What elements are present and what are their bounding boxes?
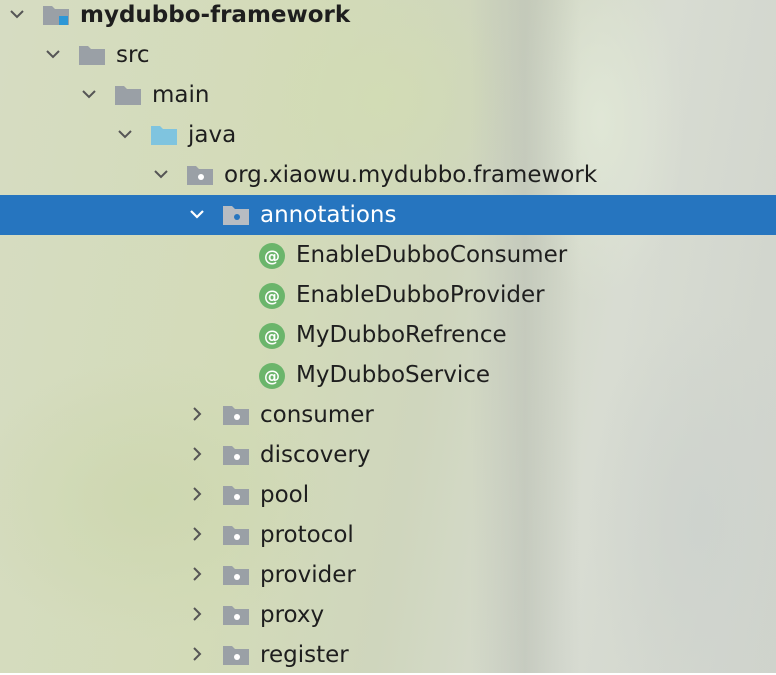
tree-label: provider [260,562,356,588]
package-icon [222,403,252,427]
package-icon [222,483,252,507]
tree-label: consumer [260,402,374,428]
tree-row-annotations[interactable]: annotations [0,195,776,235]
tree-row-main[interactable]: main [0,75,776,115]
tree-label: MyDubboService [296,362,491,388]
tree-row-src[interactable]: src [0,35,776,75]
svg-text:@: @ [264,287,280,306]
tree-label: register [260,642,349,668]
chevron-right-icon[interactable] [186,643,208,665]
chevron-right-icon[interactable] [186,563,208,585]
tree-row-annotation[interactable]: @ EnableDubboProvider [0,275,776,315]
tree-label: discovery [260,442,371,468]
folder-icon [114,83,144,107]
svg-text:@: @ [264,327,280,346]
chevron-down-icon[interactable] [150,163,172,185]
chevron-down-icon[interactable] [6,3,28,25]
chevron-right-icon[interactable] [186,603,208,625]
tree-row-consumer[interactable]: consumer [0,395,776,435]
tree-label: annotations [260,202,397,228]
folder-icon [78,43,108,67]
module-folder-icon [42,3,72,27]
tree-row-annotation[interactable]: @ MyDubboRefrence [0,315,776,355]
chevron-right-icon[interactable] [186,443,208,465]
svg-text:@: @ [264,367,280,386]
annotation-icon: @ [258,282,288,309]
tree-label: org.xiaowu.mydubbo.framework [224,162,598,188]
tree-row-register[interactable]: register [0,635,776,675]
package-icon [222,443,252,467]
package-icon [222,603,252,627]
annotation-icon: @ [258,362,288,389]
tree-row-root[interactable]: mydubbo-framework [0,0,776,35]
chevron-down-icon[interactable] [186,203,208,225]
chevron-right-icon[interactable] [186,523,208,545]
tree-label: mydubbo-framework [80,2,351,28]
tree-row-provider[interactable]: provider [0,555,776,595]
tree-row-proxy[interactable]: proxy [0,595,776,635]
svg-text:@: @ [264,247,280,266]
chevron-down-icon[interactable] [42,43,64,65]
package-icon [186,163,216,187]
annotation-icon: @ [258,322,288,349]
tree-row-package[interactable]: org.xiaowu.mydubbo.framework [0,155,776,195]
tree-row-protocol[interactable]: protocol [0,515,776,555]
package-icon [222,203,252,227]
tree-label: main [152,82,210,108]
source-root-folder-icon [150,123,180,147]
package-icon [222,643,252,667]
tree-row-discovery[interactable]: discovery [0,435,776,475]
package-icon [222,563,252,587]
tree-label: java [188,122,237,148]
tree-label: proxy [260,602,325,628]
tree-label: EnableDubboConsumer [296,242,568,268]
annotation-icon: @ [258,242,288,269]
package-icon [222,523,252,547]
tree-row-pool[interactable]: pool [0,475,776,515]
chevron-right-icon[interactable] [186,483,208,505]
chevron-down-icon[interactable] [114,123,136,145]
chevron-right-icon[interactable] [186,403,208,425]
tree-label: EnableDubboProvider [296,282,545,308]
tree-row-java[interactable]: java [0,115,776,155]
tree-label: MyDubboRefrence [296,322,507,348]
tree-row-annotation[interactable]: @ MyDubboService [0,355,776,395]
chevron-down-icon[interactable] [78,83,100,105]
tree-label: pool [260,482,310,508]
tree-label: src [116,42,150,68]
tree-label: protocol [260,522,354,548]
tree-row-annotation[interactable]: @ EnableDubboConsumer [0,235,776,275]
